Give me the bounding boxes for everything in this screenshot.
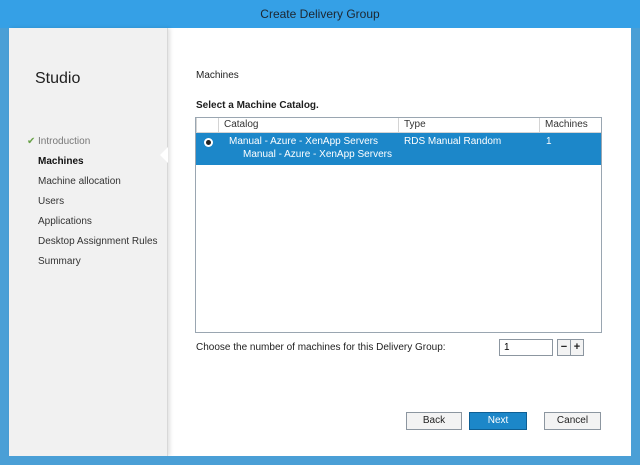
column-header-type[interactable]: Type (398, 118, 539, 132)
back-button[interactable]: Back (406, 412, 462, 430)
create-delivery-group-window: Create Delivery Group Studio ✔ Introduct… (0, 0, 640, 465)
table-header: Catalog Type Machines (196, 118, 601, 133)
studio-brand: Studio (35, 70, 81, 87)
catalog-name: Manual - Azure - XenApp Servers (229, 136, 378, 147)
catalog-type: RDS Manual Random (404, 136, 502, 147)
check-icon: ✔ (27, 136, 36, 147)
increment-button[interactable]: + (570, 339, 584, 356)
step-label: Summary (38, 256, 81, 267)
next-button[interactable]: Next (469, 412, 527, 430)
page-title: Machines (196, 70, 239, 81)
catalog-prompt: Select a Machine Catalog. (196, 100, 319, 111)
step-label: Applications (38, 216, 92, 227)
wizard-steps: ✔ Introduction Machines Machine allocati… (27, 132, 158, 272)
step-summary[interactable]: Summary (38, 252, 158, 272)
machine-catalog-table: Catalog Type Machines Manual - Azure - X… (195, 117, 602, 333)
catalog-description: Manual - Azure - XenApp Servers (243, 149, 392, 160)
machine-count-label: Choose the number of machines for this D… (196, 342, 446, 353)
catalog-machine-count: 1 (546, 136, 552, 147)
header-select (196, 118, 218, 132)
step-users[interactable]: Users (38, 192, 158, 212)
wizard-sidebar: Studio ✔ Introduction Machines Machine a… (9, 28, 168, 456)
decrement-button[interactable]: − (557, 339, 571, 356)
wizard-client-area: Studio ✔ Introduction Machines Machine a… (9, 28, 631, 456)
step-label: Desktop Assignment Rules (38, 236, 158, 247)
step-label: Machine allocation (38, 176, 121, 187)
machine-count-input[interactable] (499, 339, 553, 356)
table-row[interactable]: Manual - Azure - XenApp Servers Manual -… (196, 133, 601, 165)
step-label: Users (38, 196, 65, 207)
step-desktop-assignment-rules[interactable]: Desktop Assignment Rules (38, 232, 158, 252)
step-machines[interactable]: Machines (38, 152, 158, 172)
step-applications[interactable]: Applications (38, 212, 158, 232)
active-step-pointer (160, 147, 168, 163)
cancel-button[interactable]: Cancel (544, 412, 601, 430)
step-introduction[interactable]: ✔ Introduction (27, 132, 158, 152)
window-title: Create Delivery Group (0, 0, 640, 28)
column-header-machines[interactable]: Machines (539, 118, 601, 132)
column-header-catalog[interactable]: Catalog (218, 118, 398, 132)
step-label: Introduction (38, 136, 91, 147)
step-label: Machines (38, 156, 84, 167)
window-bottom-edge (0, 456, 640, 465)
radio-selected-icon[interactable] (204, 138, 213, 147)
step-machine-allocation[interactable]: Machine allocation (38, 172, 158, 192)
